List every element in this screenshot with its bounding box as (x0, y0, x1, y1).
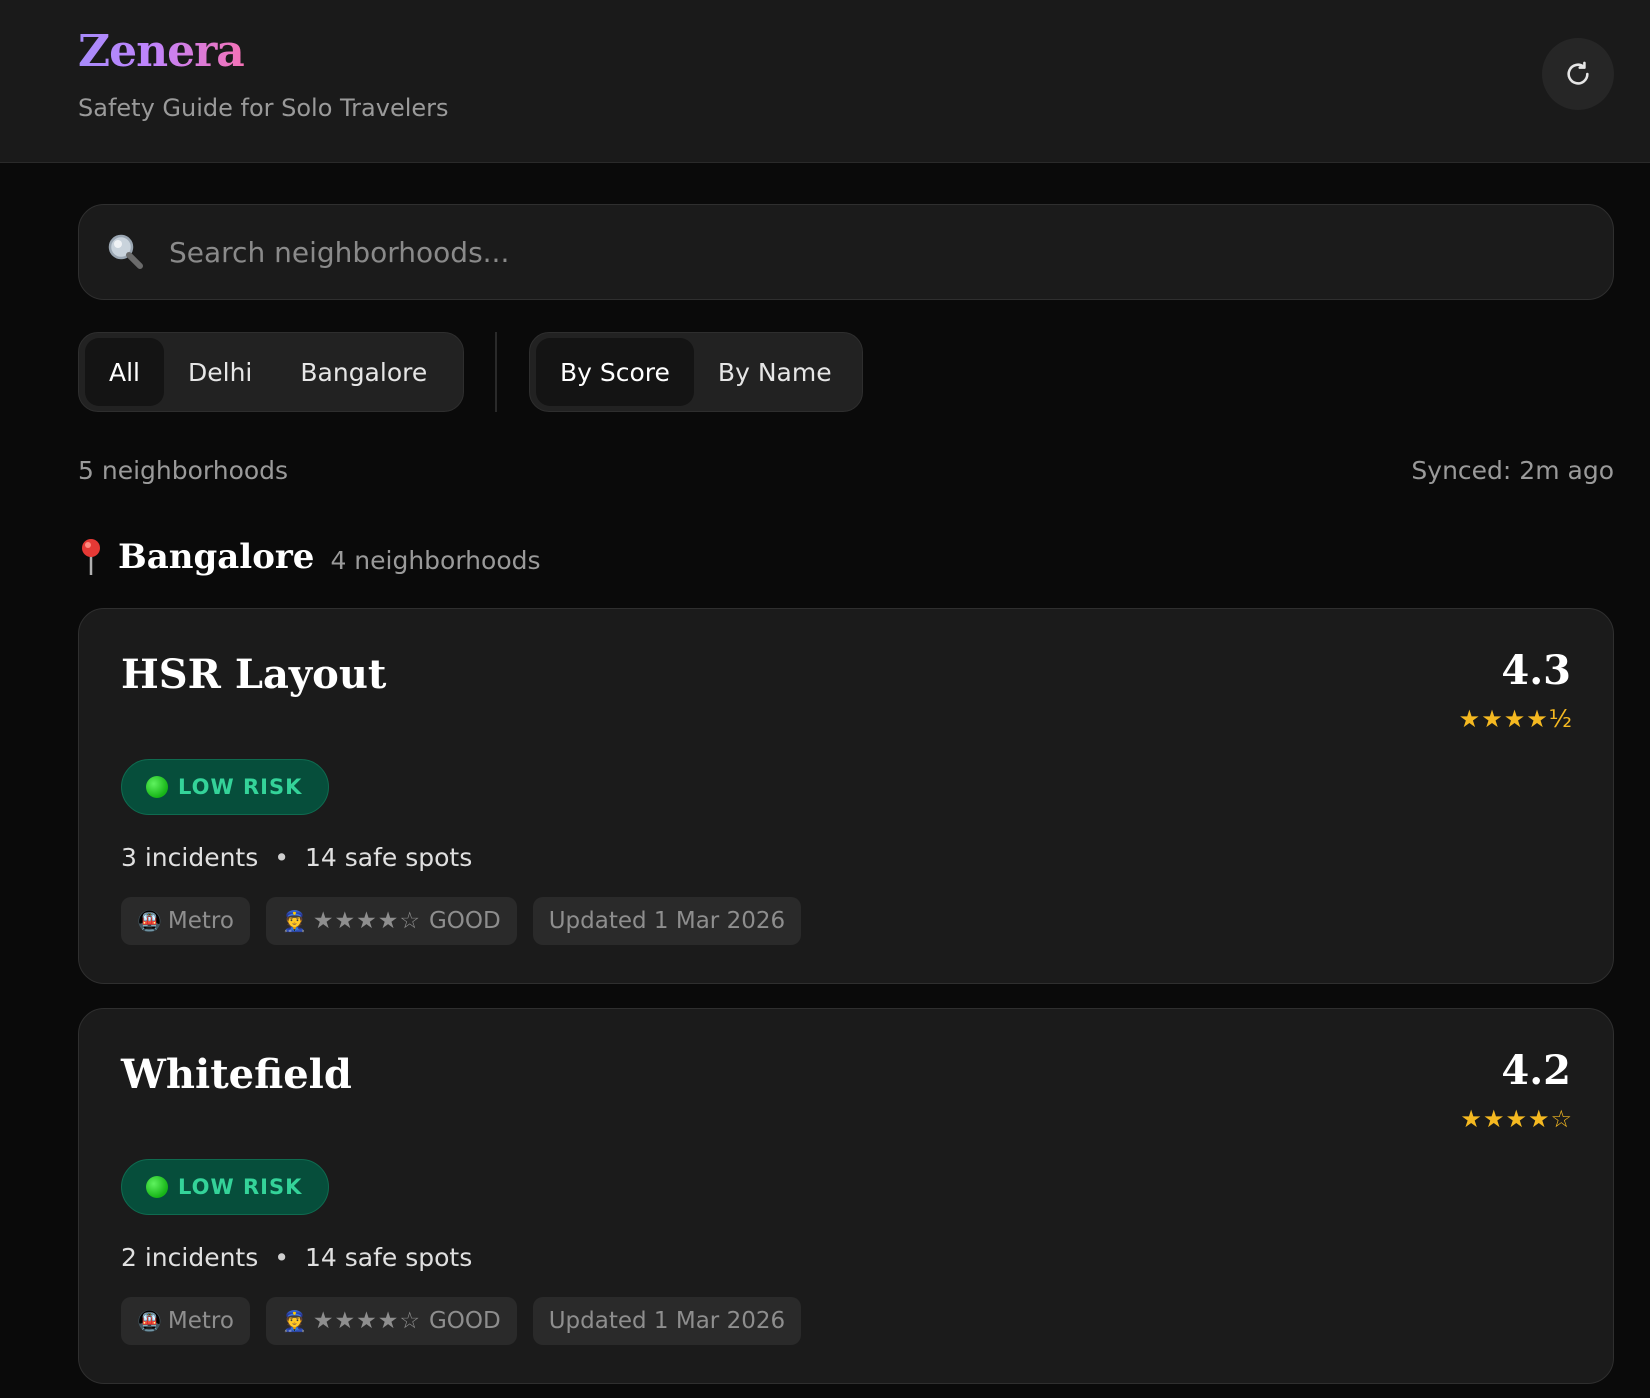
police-rating: GOOD (428, 908, 501, 934)
green-circle-icon (146, 1176, 168, 1198)
police-stars: ★★★★☆ (312, 908, 421, 934)
transit-label: Metro (167, 908, 234, 934)
risk-badge: LOW RISK (121, 1159, 330, 1215)
metro-icon: 🚇 (137, 909, 162, 933)
updated-label: Updated 1 Mar 2026 (548, 1308, 786, 1334)
refresh-button[interactable] (1542, 38, 1614, 110)
city-filter: All Delhi Bangalore (78, 332, 464, 412)
neighborhood-card[interactable]: Whitefield 4.2 ★★★★☆ LOW RISK 2 incident… (78, 1008, 1614, 1384)
updated-label: Updated 1 Mar 2026 (548, 908, 786, 934)
info-chips: 🚇 Metro 👮 ★★★★☆ GOOD Updated 1 Mar 2026 (121, 897, 802, 945)
results-count: 5 neighborhoods (78, 456, 289, 485)
safe-spot-count: 14 safe spots (305, 1243, 473, 1272)
star-rating: ★★★★½ (1458, 705, 1573, 733)
sort-filter: By Score By Name (529, 332, 863, 412)
risk-badge: LOW RISK (121, 759, 330, 815)
incident-stats: 3 incidents • 14 safe spots (121, 843, 472, 872)
search-input[interactable] (169, 221, 1589, 283)
neighborhood-name: Whitefield (121, 1051, 352, 1098)
police-officer-icon: 👮 (281, 909, 307, 933)
neighborhood-name: HSR Layout (121, 651, 387, 698)
info-chips: 🚇 Metro 👮 ★★★★☆ GOOD Updated 1 Mar 2026 (121, 1297, 802, 1345)
incident-stats: 2 incidents • 14 safe spots (121, 1243, 472, 1272)
bullet-separator: • (274, 1243, 290, 1272)
transit-chip: 🚇 Metro (121, 897, 250, 945)
transit-chip: 🚇 Metro (121, 1297, 250, 1345)
bullet-separator: • (274, 843, 290, 872)
city-name: Bangalore (118, 537, 315, 577)
safety-score: 4.3 (1501, 647, 1571, 694)
risk-label: LOW RISK (178, 1175, 303, 1199)
safety-score: 4.2 (1501, 1047, 1571, 1094)
city-neighborhood-count: 4 neighborhoods (330, 545, 541, 575)
tagline: Safety Guide for Solo Travelers (78, 94, 449, 122)
sort-by-score[interactable]: By Score (536, 338, 694, 406)
police-stars: ★★★★☆ (312, 1308, 421, 1334)
refresh-icon (1567, 61, 1589, 85)
search-icon (108, 234, 143, 269)
police-chip: 👮 ★★★★☆ GOOD (265, 1297, 517, 1345)
pin-icon (82, 539, 100, 575)
filter-divider (495, 332, 497, 412)
brand-logo: Zenera (78, 26, 245, 77)
star-rating: ★★★★☆ (1460, 1105, 1573, 1133)
filter-all[interactable]: All (85, 338, 164, 406)
transit-label: Metro (167, 1308, 234, 1334)
filter-delhi[interactable]: Delhi (164, 338, 276, 406)
metro-icon: 🚇 (137, 1309, 162, 1333)
updated-chip: Updated 1 Mar 2026 (532, 897, 802, 945)
neighborhood-card[interactable]: HSR Layout 4.3 ★★★★½ LOW RISK 3 incident… (78, 608, 1614, 984)
green-circle-icon (146, 776, 168, 798)
police-officer-icon: 👮 (281, 1309, 307, 1333)
incident-count: 2 incidents (121, 1243, 259, 1272)
app-header: Zenera Safety Guide for Solo Travelers (0, 0, 1650, 163)
sync-status: Synced: 2m ago (1411, 456, 1614, 485)
search-bar[interactable] (78, 204, 1614, 300)
safe-spot-count: 14 safe spots (305, 843, 473, 872)
incident-count: 3 incidents (121, 843, 259, 872)
police-chip: 👮 ★★★★☆ GOOD (265, 897, 517, 945)
sort-by-name[interactable]: By Name (694, 338, 856, 406)
police-rating: GOOD (428, 1308, 501, 1334)
risk-label: LOW RISK (178, 775, 303, 799)
city-group-header: Bangalore 4 neighborhoods (78, 532, 541, 582)
updated-chip: Updated 1 Mar 2026 (532, 1297, 802, 1345)
filter-bangalore[interactable]: Bangalore (276, 338, 451, 406)
